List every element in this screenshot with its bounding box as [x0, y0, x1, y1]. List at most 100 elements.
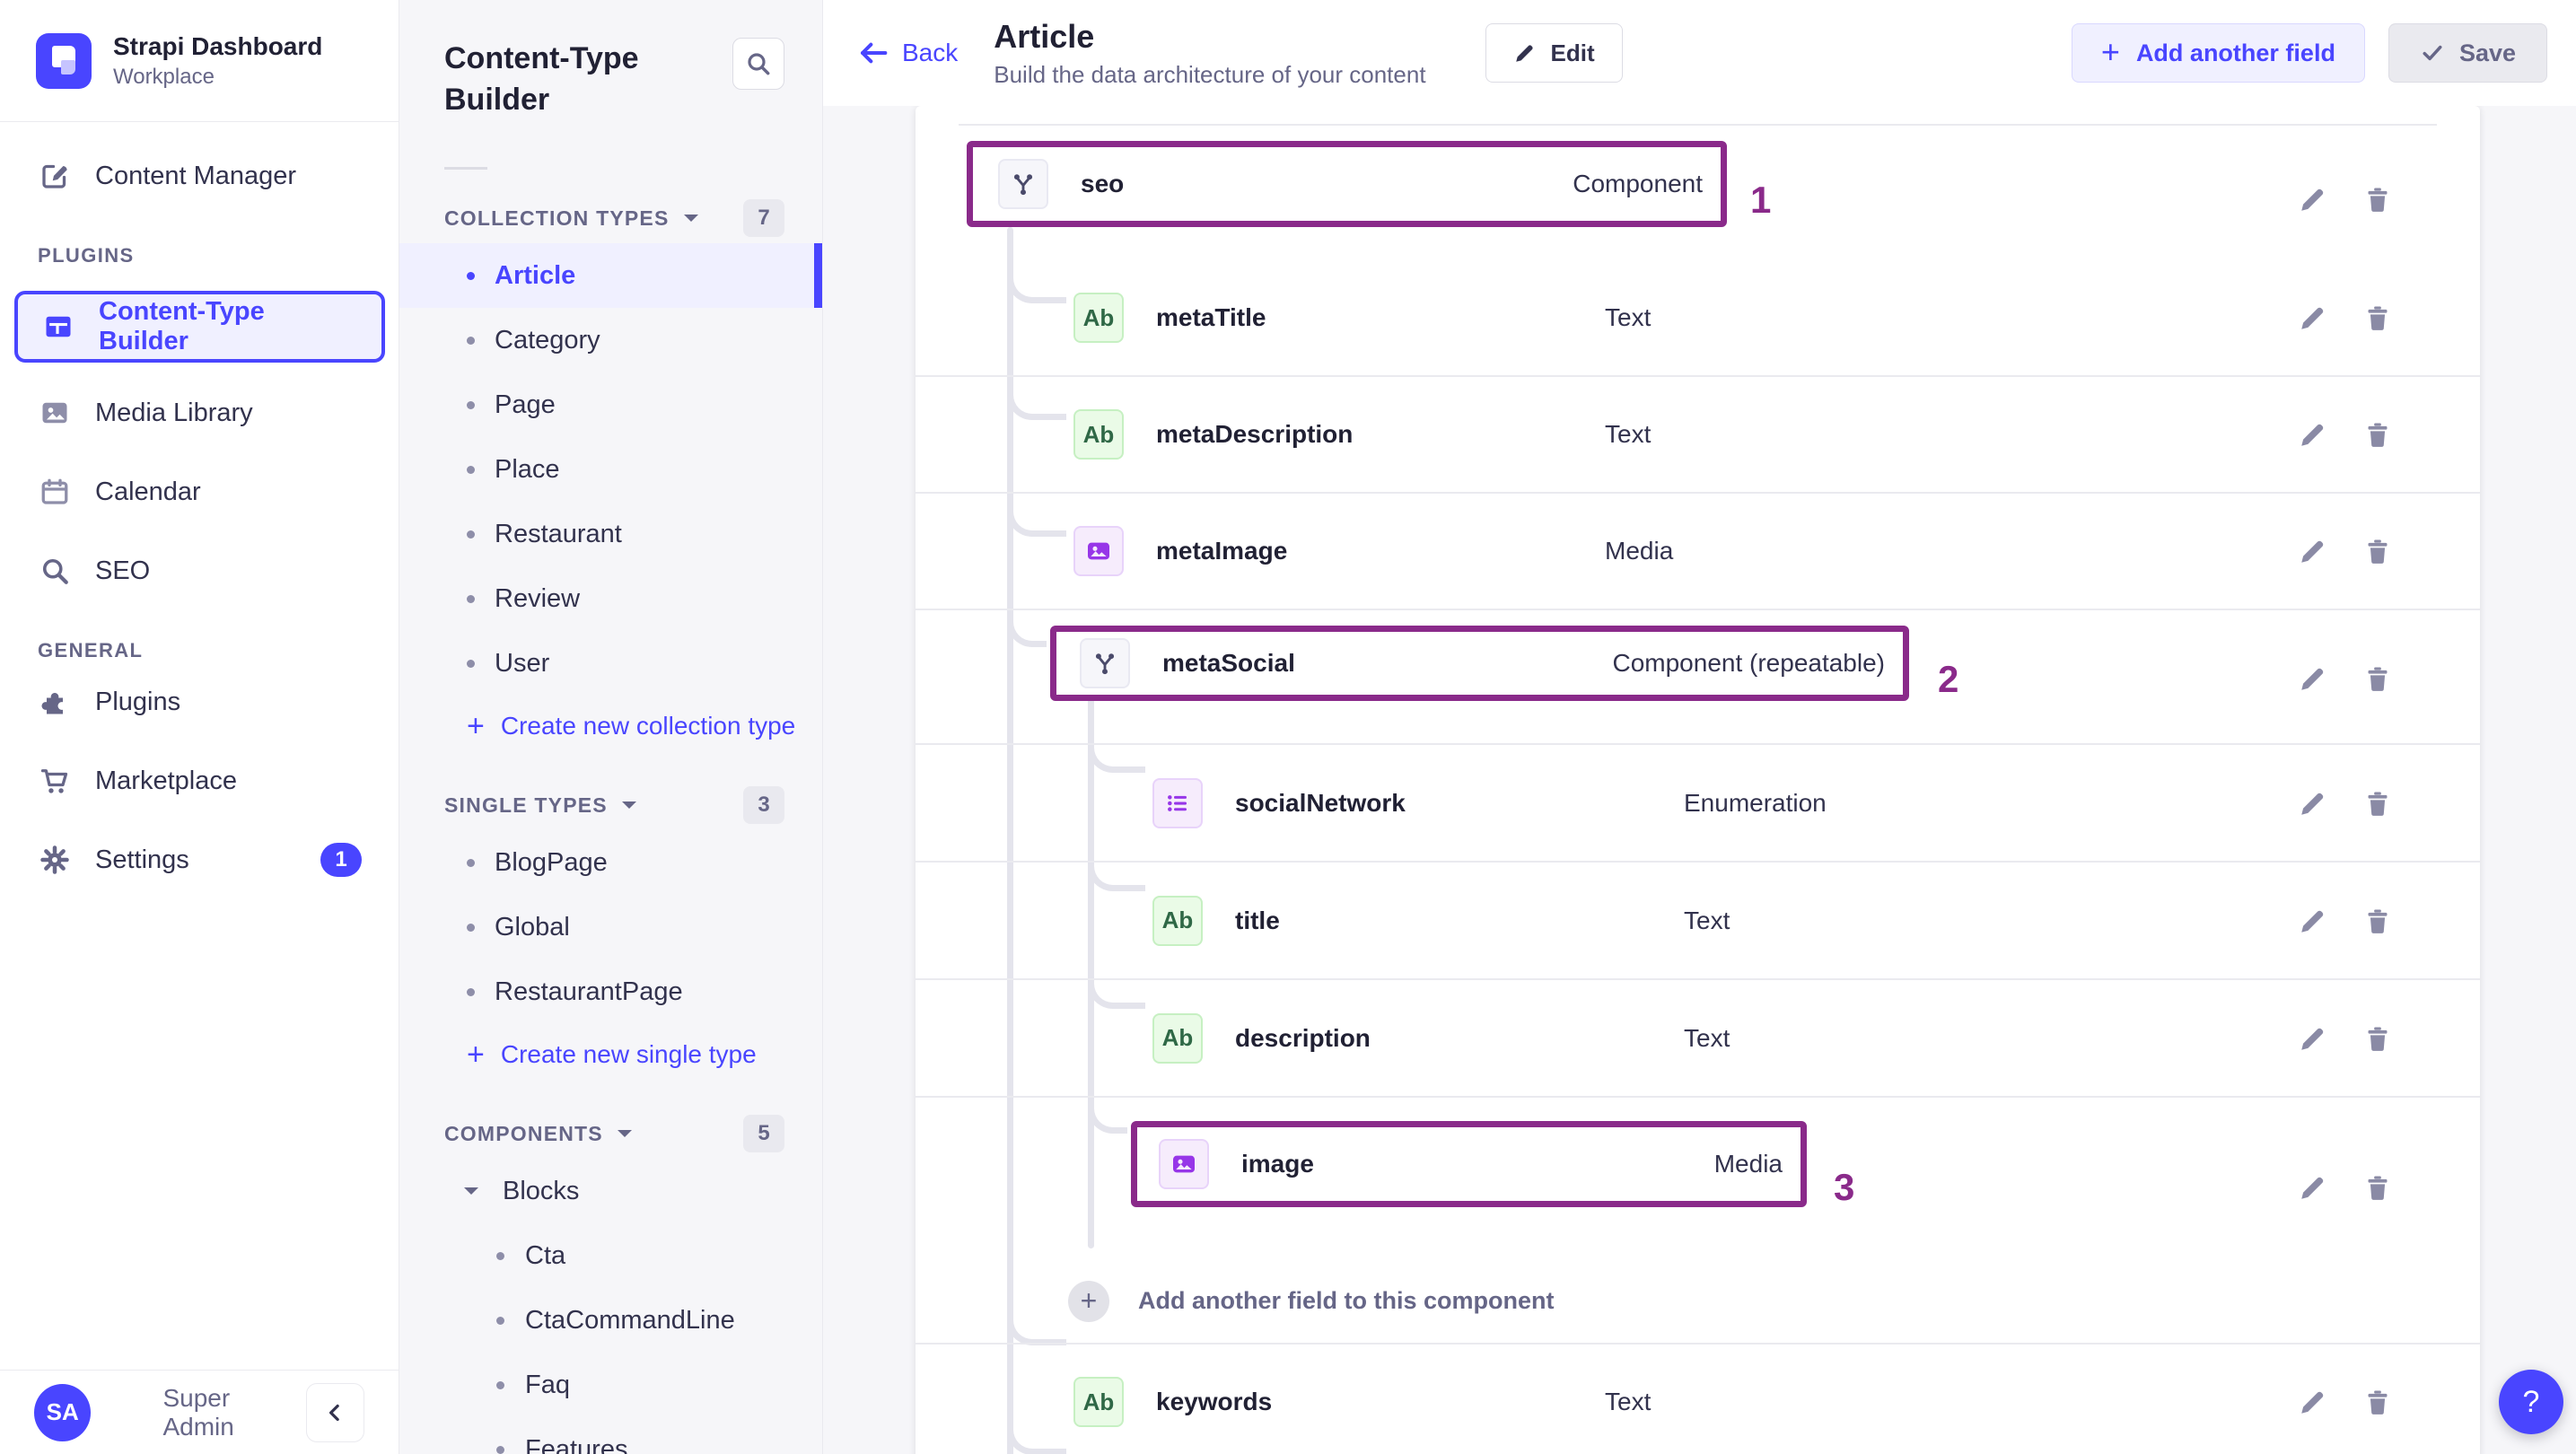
component-group-blocks[interactable]: Blocks: [399, 1159, 822, 1223]
builder-item-features[interactable]: Features: [399, 1417, 822, 1454]
add-field-to-component-row[interactable]: + Add another field to this component: [916, 1259, 2480, 1345]
create-link-single-types[interactable]: + Create new single type: [399, 1024, 757, 1085]
section-label: SINGLE TYPES: [444, 793, 608, 817]
bullet-icon: [467, 594, 475, 603]
builder-item-page[interactable]: Page: [399, 372, 822, 437]
delete-field-button[interactable]: [2358, 901, 2397, 941]
edit-field-button[interactable]: [2293, 1382, 2333, 1422]
bullet-icon: [467, 858, 475, 867]
builder-item-place[interactable]: Place: [399, 437, 822, 502]
builder-item-article[interactable]: Article: [399, 243, 822, 308]
sidebar-item-settings[interactable]: Settings 1: [14, 831, 385, 889]
workspace-header[interactable]: Strapi Dashboard Workplace: [0, 0, 399, 122]
edit-button[interactable]: Edit: [1485, 23, 1623, 83]
sidebar-item-marketplace[interactable]: Marketplace: [14, 752, 385, 810]
field-row-socialNetwork: socialNetwork Enumeration: [916, 745, 2480, 863]
delete-field-button[interactable]: [2358, 298, 2397, 337]
edit-field-button[interactable]: [2293, 784, 2333, 823]
builder-item-label: CtaCommandLine: [525, 1305, 735, 1335]
sidebar-item-calendar[interactable]: Calendar: [14, 463, 385, 521]
back-button[interactable]: Back: [857, 39, 958, 67]
field-row-seo: seo Component 1: [916, 141, 2480, 260]
edit-field-button[interactable]: [2293, 531, 2333, 571]
bullet-icon: [467, 336, 475, 345]
field-list: seo Component 1 Ab metaTitle Text Ab metaDescri…: [916, 141, 2480, 1454]
delete-field-button[interactable]: [2358, 415, 2397, 454]
help-button[interactable]: ?: [2499, 1370, 2563, 1434]
builder-item-user[interactable]: User: [399, 631, 822, 696]
delete-field-button[interactable]: [2358, 1382, 2397, 1422]
sidebar-footer: SA Super Admin: [0, 1370, 399, 1454]
builder-item-ctacommandline[interactable]: CtaCommandLine: [399, 1288, 822, 1353]
add-another-field-button[interactable]: + Add another field: [2071, 23, 2365, 83]
highlight-box-1: seo Component: [967, 141, 1727, 227]
sidebar-item-content-manager[interactable]: Content Manager: [14, 147, 385, 205]
field-name: keywords: [1156, 1388, 1273, 1415]
delete-field-button[interactable]: [2358, 531, 2397, 571]
delete-field-button[interactable]: [2358, 1019, 2397, 1058]
bullet-icon: [467, 400, 475, 409]
section-count-badge: 3: [743, 786, 784, 824]
section-header-collection-types[interactable]: COLLECTION TYPES 7: [399, 193, 822, 243]
builder-item-review[interactable]: Review: [399, 566, 822, 631]
bullet-icon: [467, 987, 475, 996]
builder-item-category[interactable]: Category: [399, 308, 822, 372]
media-field-icon: [1073, 526, 1124, 576]
delete-field-button[interactable]: [2358, 784, 2397, 823]
content-area: seo Component 1 Ab metaTitle Text Ab metaDescri…: [823, 106, 2576, 1454]
sidebar-item-seo[interactable]: SEO: [14, 542, 385, 600]
builder-item-restaurant[interactable]: Restaurant: [399, 502, 822, 566]
cart-icon: [38, 765, 72, 797]
edit-field-button[interactable]: [2293, 1019, 2333, 1058]
builder-item-label: Faq: [525, 1370, 570, 1399]
chevron-down-icon: [621, 801, 636, 809]
builder-item-label: Review: [495, 583, 581, 613]
delete-field-button[interactable]: [2358, 180, 2397, 219]
save-label: Save: [2458, 39, 2516, 66]
add-field-label: Add another field: [2135, 39, 2335, 66]
main-navigation: Content Manager PLUGINS Content-Type Build…: [0, 122, 399, 889]
field-type: Text: [1605, 303, 1652, 331]
text-field-icon: Ab: [1073, 1377, 1124, 1427]
sidebar-item-content-type-builder[interactable]: Content-Type Builder: [14, 291, 385, 363]
search-button[interactable]: [732, 38, 784, 90]
edit-field-button[interactable]: [2293, 659, 2333, 698]
annotation-number-2: 2: [1938, 658, 1959, 700]
bullet-icon: [467, 659, 475, 668]
edit-field-button[interactable]: [2293, 901, 2333, 941]
field-type: Enumeration: [1684, 788, 1827, 817]
row-actions: [2293, 180, 2397, 219]
delete-field-button[interactable]: [2358, 1168, 2397, 1207]
create-link-collection-types[interactable]: + Create new collection type: [399, 696, 795, 757]
builder-item-restaurantpage[interactable]: RestaurantPage: [399, 959, 822, 1024]
field-type: Media: [1713, 1150, 1783, 1178]
collapse-sidebar-button[interactable]: [305, 1382, 364, 1442]
annotation-number-1: 1: [1750, 179, 1772, 221]
builder-item-global[interactable]: Global: [399, 895, 822, 959]
sidebar-item-media-library[interactable]: Media Library: [14, 384, 385, 442]
page-header: Back Article Build the data architecture…: [823, 0, 2576, 106]
builder-sections: COLLECTION TYPES 7 Article Category Page Plac…: [399, 193, 822, 1454]
builder-item-blogpage[interactable]: BlogPage: [399, 830, 822, 895]
builder-item-cta[interactable]: Cta: [399, 1223, 822, 1288]
edit-field-button[interactable]: [2293, 1168, 2333, 1207]
builder-item-faq[interactable]: Faq: [399, 1353, 822, 1417]
plus-circle-icon[interactable]: +: [1068, 1280, 1109, 1322]
builder-item-label: RestaurantPage: [495, 977, 683, 1006]
add-field-to-component-label: Add another field to this component: [1138, 1287, 1555, 1314]
edit-field-button[interactable]: [2293, 180, 2333, 219]
sidebar-item-plugins[interactable]: Plugins: [14, 673, 385, 731]
save-button[interactable]: Save: [2388, 23, 2547, 83]
delete-field-button[interactable]: [2358, 659, 2397, 698]
field-row-description: Ab description Text: [916, 980, 2480, 1098]
section-header-single-types[interactable]: SINGLE TYPES 3: [399, 780, 822, 830]
annotation-number-3: 3: [1834, 1166, 1855, 1208]
main-area: Back Article Build the data architecture…: [823, 0, 2576, 1454]
edit-field-button[interactable]: [2293, 415, 2333, 454]
section-header-components[interactable]: COMPONENTS 5: [399, 1108, 822, 1159]
avatar[interactable]: SA: [34, 1383, 92, 1441]
plus-icon: +: [2100, 32, 2120, 70]
create-link-label: Create new single type: [500, 1040, 757, 1068]
field-name: metaDescription: [1156, 420, 1354, 448]
edit-field-button[interactable]: [2293, 298, 2333, 337]
